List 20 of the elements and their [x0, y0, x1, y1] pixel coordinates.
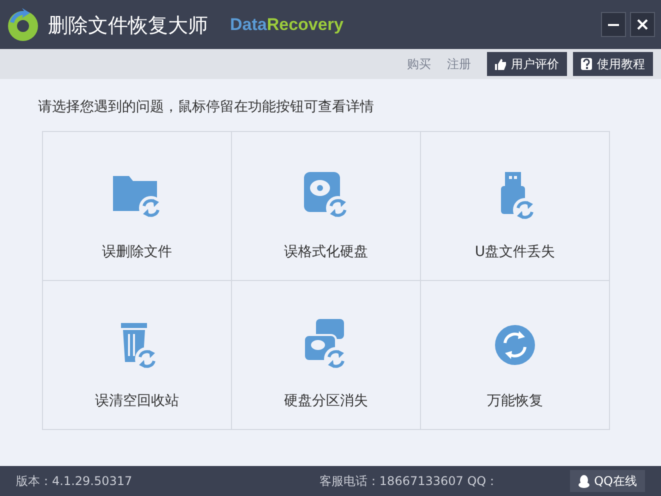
hotline-text: 客服电话：18667133607 QQ： — [319, 473, 498, 490]
minimize-button[interactable] — [601, 12, 626, 37]
qq-online-button[interactable]: QQ在线 — [570, 470, 645, 492]
option-button[interactable]: 误格式化硬盘 — [232, 132, 421, 281]
close-icon — [637, 19, 648, 30]
option-button[interactable]: U盘文件丢失 — [421, 132, 610, 281]
option-button[interactable]: 误删除文件 — [43, 132, 232, 281]
thumbs-up-icon — [495, 58, 506, 70]
help-icon — [581, 58, 592, 70]
option-button[interactable]: 硬盘分区消失 — [232, 281, 421, 430]
brand-name: DataRecovery — [230, 14, 344, 36]
prompt-text: 请选择您遇到的问题，鼠标停留在功能按钮可查看详情 — [38, 98, 375, 117]
window-title: 删除文件恢复大师 — [48, 12, 208, 38]
toolbar-button[interactable]: 使用教程 — [573, 52, 653, 76]
toolbar-button[interactable]: 用户评价 — [487, 52, 567, 76]
version-text: 版本：4.1.29.50317 — [16, 473, 132, 490]
close-button[interactable] — [630, 12, 655, 37]
option-button[interactable]: 误清空回收站 — [43, 281, 232, 430]
logo-icon — [6, 8, 40, 42]
option-button[interactable]: 万能恢复 — [421, 281, 610, 430]
